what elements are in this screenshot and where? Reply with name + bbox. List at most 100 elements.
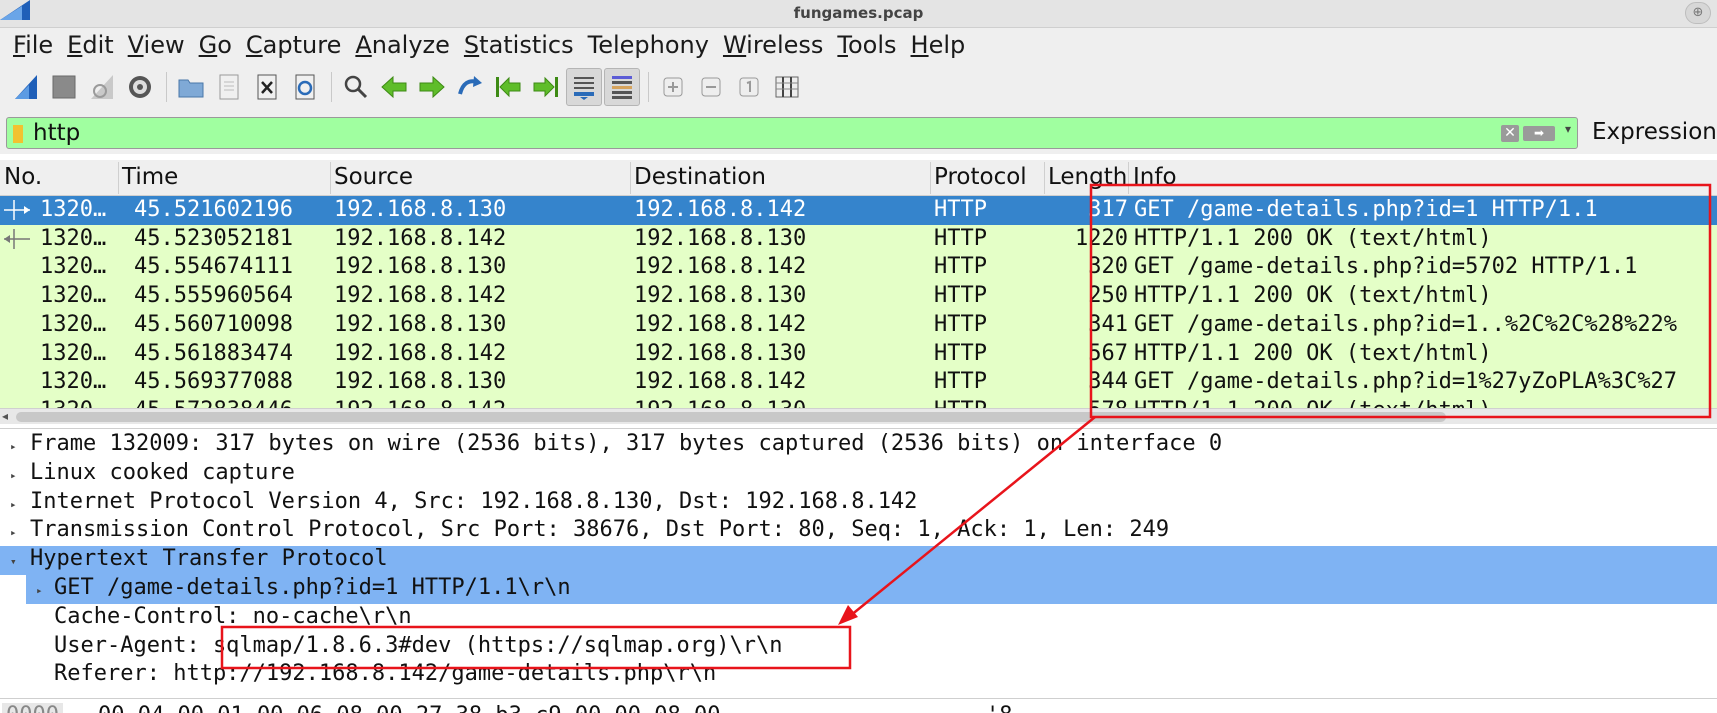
packet-row[interactable]: 1320… 45.572838446 192.168.8.142 192.168.8.… bbox=[0, 396, 1717, 408]
detail-tree-item[interactable]: ▸ Linux cooked capture bbox=[0, 460, 1717, 489]
detail-tree-label: Transmission Control Protocol, Src Port:… bbox=[30, 517, 1170, 543]
menu-mnemonic: F bbox=[13, 31, 26, 59]
packet-cell-destination: 192.168.8.142 bbox=[634, 369, 807, 395]
filter-history-dropdown-icon[interactable]: ▾ bbox=[1565, 122, 1571, 136]
menu-tools[interactable]: Tools bbox=[830, 31, 903, 59]
restart-capture-icon bbox=[91, 75, 113, 99]
packet-row[interactable]: 1320… 45.523052181 192.168.8.142 192.168.8.… bbox=[0, 224, 1717, 254]
packet-bytes-pane: 0000 00 04 00 01 00 06 08 00 27 38 b3 c9… bbox=[0, 698, 1717, 713]
go-forward-button[interactable] bbox=[414, 68, 450, 106]
packet-row[interactable]: 1320… 45.521602196 192.168.8.130 192.168.8.… bbox=[0, 196, 1717, 225]
column-header-info[interactable]: Info bbox=[1133, 164, 1177, 190]
packet-details-tree: ▸ Frame 132009: 317 bytes on wire (2536 b… bbox=[0, 428, 1717, 698]
collapsed-triangle-icon[interactable]: ▸ bbox=[36, 584, 43, 597]
start-capture-button[interactable] bbox=[8, 68, 44, 106]
scrollbar-thumb[interactable] bbox=[16, 412, 1446, 422]
menu-capture[interactable]: Capture bbox=[239, 31, 348, 59]
packet-cell-source: 192.168.8.130 bbox=[334, 197, 507, 222]
resize-columns-button[interactable] bbox=[769, 68, 805, 106]
collapsed-triangle-icon[interactable]: ▸ bbox=[10, 526, 17, 539]
column-divider[interactable] bbox=[330, 162, 331, 194]
column-divider[interactable] bbox=[930, 162, 931, 194]
packet-row[interactable]: 1320… 45.569377088 192.168.8.130 192.168.8.… bbox=[0, 368, 1717, 398]
last-packet-button[interactable] bbox=[528, 68, 564, 106]
capture-options-button[interactable] bbox=[122, 68, 158, 106]
zoom-in-button[interactable] bbox=[655, 68, 691, 106]
detail-tree-item[interactable]: User-Agent: sqlmap/1.8.6.3#dev (https://… bbox=[0, 633, 1717, 662]
detail-tree-label: GET /game-details.php?id=1 HTTP/1.1\r\n bbox=[54, 575, 571, 600]
column-header-protocol[interactable]: Protocol bbox=[934, 164, 1027, 190]
column-header-time[interactable]: Time bbox=[122, 164, 178, 190]
detail-tree-item[interactable]: ▸ Frame 132009: 317 bytes on wire (2536 b… bbox=[0, 431, 1717, 460]
packet-row[interactable]: 1320… 45.561883474 192.168.8.142 192.168.8.… bbox=[0, 339, 1717, 369]
detail-tree-item[interactable]: ▸ GET /game-details.php?id=1 HTTP/1.1\r\n bbox=[26, 575, 1717, 604]
packet-row[interactable]: 1320… 45.560710098 192.168.8.130 192.168.8.… bbox=[0, 310, 1717, 340]
filter-bookmark-icon[interactable] bbox=[13, 125, 23, 143]
maximize-button[interactable]: ⊕ bbox=[1685, 2, 1711, 24]
save-file-button[interactable] bbox=[211, 68, 247, 106]
normal-size-icon bbox=[739, 77, 759, 97]
column-header-source[interactable]: Source bbox=[334, 164, 413, 190]
menu-edit[interactable]: Edit bbox=[60, 31, 120, 59]
display-filter-input[interactable]: http ✕ ➡ ▾ bbox=[6, 117, 1578, 149]
reload-file-button[interactable] bbox=[287, 68, 323, 106]
column-header-length[interactable]: Length bbox=[1048, 164, 1127, 190]
detail-tree-item[interactable]: Referer: http://192.168.8.142/game-detai… bbox=[0, 661, 1717, 690]
menu-help[interactable]: Help bbox=[904, 31, 973, 59]
toolbar-separator bbox=[166, 72, 167, 102]
packet-cell-source: 192.168.8.142 bbox=[334, 225, 507, 251]
column-divider[interactable] bbox=[630, 162, 631, 194]
normal-size-button[interactable] bbox=[731, 68, 767, 106]
open-file-button[interactable] bbox=[173, 68, 209, 106]
first-packet-button[interactable] bbox=[490, 68, 526, 106]
find-packet-button[interactable] bbox=[338, 68, 374, 106]
column-divider[interactable] bbox=[1044, 162, 1045, 194]
collapsed-triangle-icon[interactable]: ▸ bbox=[10, 440, 17, 453]
packet-cell-no: 1320… bbox=[40, 225, 107, 251]
display-filter-value[interactable]: http bbox=[33, 120, 80, 146]
menu-statistics[interactable]: Statistics bbox=[457, 31, 581, 59]
go-to-packet-button[interactable] bbox=[452, 68, 488, 106]
bytes-hex[interactable]: 00 04 00 01 00 06 08 00 27 38 b3 c9 00 0… bbox=[98, 703, 721, 713]
packet-cell-source: 192.168.8.130 bbox=[334, 254, 507, 280]
expression-button[interactable]: Expression bbox=[1592, 119, 1717, 145]
auto-scroll-button[interactable] bbox=[566, 68, 602, 106]
packet-cell-source: 192.168.8.142 bbox=[334, 340, 507, 366]
detail-tree-item[interactable]: ▸ Internet Protocol Version 4, Src: 192.1… bbox=[0, 489, 1717, 518]
packet-row[interactable]: 1320… 45.555960564 192.168.8.142 192.168.8.… bbox=[0, 282, 1717, 312]
apply-filter-icon[interactable]: ➡ bbox=[1523, 126, 1555, 141]
detail-tree-item[interactable]: ▾ Hypertext Transfer Protocol bbox=[0, 546, 1717, 576]
display-filter-bar: http ✕ ➡ ▾ Expression bbox=[0, 112, 1717, 154]
bytes-ascii[interactable]: ........'8...... bbox=[880, 703, 1092, 713]
packet-list-horizontal-scrollbar[interactable]: ◂ bbox=[0, 408, 1717, 424]
restart-capture-button[interactable] bbox=[84, 68, 120, 106]
collapsed-triangle-icon[interactable]: ▸ bbox=[10, 469, 17, 482]
zoom-out-button[interactable] bbox=[693, 68, 729, 106]
title-bar: fungames.pcap ⊕ bbox=[0, 0, 1717, 28]
clear-filter-icon[interactable]: ✕ bbox=[1501, 125, 1519, 142]
colorize-button[interactable] bbox=[604, 68, 640, 106]
packet-row[interactable]: 1320… 45.554674111 192.168.8.130 192.168.8.… bbox=[0, 253, 1717, 283]
column-header-destination[interactable]: Destination bbox=[634, 164, 766, 190]
menu-label: Telephony bbox=[587, 31, 709, 59]
menu-go[interactable]: Go bbox=[192, 31, 239, 59]
menu-wireless[interactable]: Wireless bbox=[716, 31, 830, 59]
column-divider[interactable] bbox=[1128, 162, 1129, 194]
menu-label: nalyze bbox=[371, 31, 450, 59]
menu-analyze[interactable]: Analyze bbox=[348, 31, 457, 59]
collapsed-triangle-icon[interactable]: ▸ bbox=[10, 498, 17, 511]
menu-file[interactable]: File bbox=[6, 31, 60, 59]
close-file-button[interactable] bbox=[249, 68, 285, 106]
detail-tree-item[interactable]: Cache-Control: no-cache\r\n bbox=[0, 604, 1717, 633]
go-back-button[interactable] bbox=[376, 68, 412, 106]
scroll-left-icon[interactable]: ◂ bbox=[2, 409, 8, 423]
expanded-triangle-icon[interactable]: ▾ bbox=[10, 555, 17, 568]
column-divider[interactable] bbox=[118, 162, 119, 194]
column-header-no[interactable]: No. bbox=[4, 164, 42, 190]
menu-view[interactable]: View bbox=[121, 31, 192, 59]
stop-capture-button[interactable] bbox=[46, 68, 82, 106]
packet-cell-source: 192.168.8.142 bbox=[334, 283, 507, 309]
packet-cell-info: GET /game-details.php?id=1 HTTP/1.1 bbox=[1134, 197, 1598, 222]
detail-tree-item[interactable]: ▸ Transmission Control Protocol, Src Port… bbox=[0, 517, 1717, 546]
menu-telephony[interactable]: Telephony bbox=[581, 31, 716, 59]
